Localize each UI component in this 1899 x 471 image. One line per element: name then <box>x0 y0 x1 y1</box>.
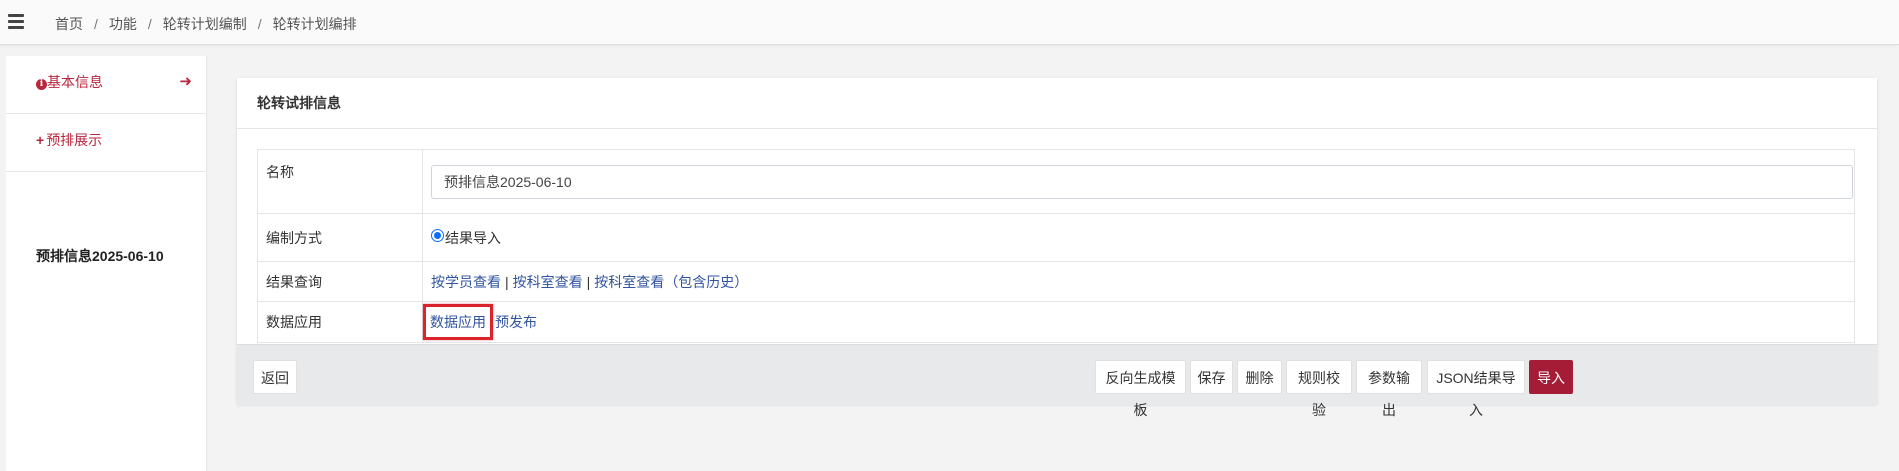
pre-publish-link[interactable]: 预发布 <box>495 314 537 330</box>
arrow-right-icon[interactable]: ➜ <box>179 72 192 90</box>
sidebar-item-label: 预排展示 <box>46 132 103 148</box>
table-row: 编制方式 结果导入 <box>257 213 1855 262</box>
main-panel: 轮转试排信息 名称 编制方式 结果导入 结果查询 按学员查看|按科室查看|按科室… <box>237 78 1877 418</box>
info-table: 名称 编制方式 结果导入 结果查询 按学员查看|按科室查看|按科室查看（包含历史… <box>257 149 1855 343</box>
breadcrumb-home[interactable]: 首页 <box>55 16 83 32</box>
view-by-student-link[interactable]: 按学员查看 <box>431 274 501 290</box>
panel-title: 轮转试排信息 <box>237 78 1877 129</box>
breadcrumb-plan-compile[interactable]: 轮转计划编制 <box>163 16 247 32</box>
breadcrumb: 首页 / 功能 / 轮转计划编制 / 轮转计划编排 <box>55 16 357 32</box>
breadcrumb-plan-arrange: 轮转计划编排 <box>272 16 357 32</box>
sidebar: i 基本信息 ➜ + 预排展示 预排信息2025-06-10 <box>6 56 207 471</box>
reverse-generate-template-button[interactable]: 反向生成模板 <box>1095 360 1186 418</box>
sidebar-item-basic-info[interactable]: i 基本信息 ➜ <box>6 56 206 114</box>
result-import-radio[interactable] <box>431 228 444 242</box>
save-button[interactable]: 保存 <box>1190 360 1233 394</box>
parameter-output-button[interactable]: 参数输出 <box>1356 360 1422 418</box>
data-application-link[interactable]: 数据应用 <box>430 314 486 330</box>
back-button[interactable]: 返回 <box>253 360 297 394</box>
mode-label: 编制方式 <box>257 213 423 262</box>
breadcrumb-function[interactable]: 功能 <box>109 16 137 32</box>
json-result-import-button[interactable]: JSON结果导入 <box>1427 360 1525 418</box>
table-row: 数据应用 数据应用 预发布 <box>257 301 1855 343</box>
view-by-department-link[interactable]: 按科室查看 <box>513 274 583 290</box>
import-button[interactable]: 导入 <box>1529 360 1573 394</box>
sidebar-item-preview[interactable]: + 预排展示 <box>6 114 206 172</box>
highlight-box: 数据应用 <box>423 304 493 340</box>
name-input[interactable] <box>431 164 1853 199</box>
panel-footer: 返回 反向生成模板 保存 删除 规则校验 参数输出 JSON结果导入 导入 <box>237 344 1877 418</box>
rule-check-button[interactable]: 规则校验 <box>1286 360 1352 418</box>
result-import-option-label[interactable]: 结果导入 <box>445 230 501 246</box>
sidebar-item-label: 基本信息 <box>47 74 103 90</box>
menu-toggle-icon[interactable] <box>8 14 24 29</box>
info-circle-icon: i <box>36 79 47 90</box>
data-application-label: 数据应用 <box>257 301 423 343</box>
top-navbar: 首页 / 功能 / 轮转计划编制 / 轮转计划编排 <box>0 0 1899 45</box>
delete-button[interactable]: 删除 <box>1237 360 1282 394</box>
table-row: 名称 <box>257 149 1855 214</box>
view-by-department-history-link[interactable]: 按科室查看（包含历史） <box>594 274 748 290</box>
name-label: 名称 <box>257 149 423 214</box>
sidebar-current-record[interactable]: 预排信息2025-06-10 <box>36 246 164 266</box>
query-label: 结果查询 <box>257 261 423 302</box>
plus-icon: + <box>36 132 45 148</box>
table-row: 结果查询 按学员查看 | 按科室查看 | 按科室查看（包含历史） <box>257 261 1855 302</box>
